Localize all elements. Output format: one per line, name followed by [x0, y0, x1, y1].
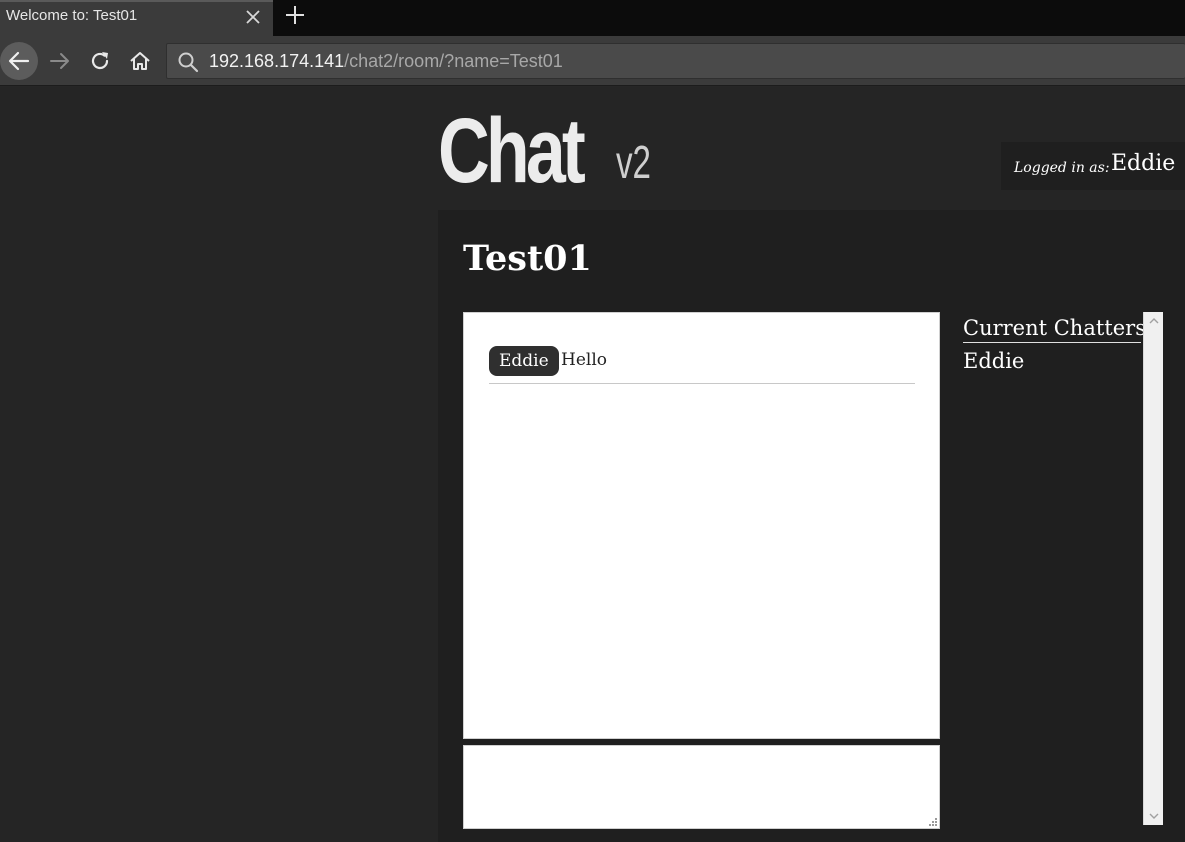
message-author: Eddie	[489, 346, 559, 376]
chevron-up-icon[interactable]	[1148, 316, 1160, 326]
arrow-left-icon	[8, 51, 30, 71]
chevron-down-icon[interactable]	[1148, 811, 1160, 821]
chatters-list: Eddie	[963, 349, 1024, 373]
message-text: Hello	[561, 350, 607, 370]
current-chatters-panel: Current Chatters Eddie	[963, 312, 1146, 825]
browser-nav-bar: 192.168.174.141/chat2/room/?name=Test01	[0, 36, 1185, 86]
page-content: Chat v2 Logged in as: Eddie Test01 Eddie…	[0, 87, 1185, 842]
tab-title: Welcome to: Test01	[6, 7, 138, 24]
login-status: Logged in as: Eddie	[1001, 142, 1185, 190]
chat-room-panel: Test01 Eddie Hello Current Chatters Eddi…	[438, 210, 1185, 842]
chat-logo: Chat v2	[438, 100, 651, 202]
logo-version: v2	[616, 136, 651, 188]
url-text[interactable]: 192.168.174.141/chat2/room/?name=Test01	[209, 51, 563, 72]
room-title: Test01	[463, 238, 592, 279]
browser-tab[interactable]: Welcome to: Test01	[0, 0, 273, 36]
browser-tab-bar: Welcome to: Test01	[0, 0, 1185, 36]
home-icon[interactable]	[128, 49, 152, 73]
chatters-title: Current Chatters	[963, 316, 1146, 343]
new-tab-icon[interactable]	[284, 4, 306, 26]
url-host: 192.168.174.141	[209, 51, 345, 71]
login-username: Eddie	[1111, 151, 1176, 176]
reload-icon[interactable]	[88, 49, 112, 73]
forward-arrow-icon[interactable]	[48, 50, 72, 72]
address-bar[interactable]: 192.168.174.141/chat2/room/?name=Test01	[166, 43, 1185, 79]
resize-grip-icon[interactable]	[928, 817, 938, 827]
message-input[interactable]	[463, 745, 940, 829]
url-path: /chat2/room/?name=Test01	[344, 51, 563, 71]
chat-message: Eddie Hello	[489, 346, 915, 384]
chatter-item: Eddie	[963, 349, 1025, 373]
chat-log: Eddie Hello	[463, 312, 940, 739]
close-icon[interactable]	[244, 8, 262, 26]
back-button[interactable]	[0, 42, 38, 80]
chatters-scrollbar[interactable]	[1143, 312, 1163, 825]
search-icon	[178, 52, 199, 73]
login-label: Logged in as:	[1014, 160, 1110, 176]
logo-text: Chat	[438, 100, 586, 202]
